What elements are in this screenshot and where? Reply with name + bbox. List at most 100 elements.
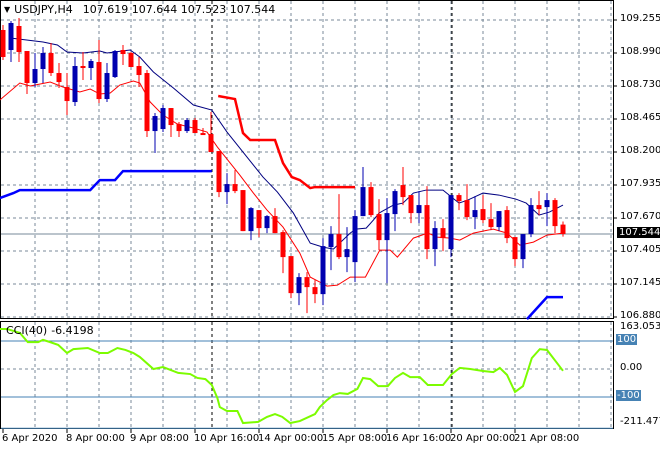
price-tick-label: 107.145 xyxy=(620,277,660,288)
candle-bullish xyxy=(496,211,502,228)
candle-bearish xyxy=(400,185,406,198)
candle-bullish xyxy=(296,277,302,294)
candle-bearish xyxy=(96,62,102,100)
time-tick-label: 6 Apr 2020 xyxy=(2,433,58,444)
candle-bullish xyxy=(432,228,438,250)
time-tick-label: 8 Apr 00:00 xyxy=(66,433,125,444)
candle-bearish xyxy=(80,66,86,69)
candle-bearish xyxy=(232,184,238,192)
cci-min-label: -211.4777 xyxy=(620,416,660,427)
candle-bearish xyxy=(240,190,246,232)
price-tick-label: 106.880 xyxy=(620,310,660,321)
chart-header: ▼ USDJPY,H4 107.619 107.644 107.523 107.… xyxy=(4,3,275,16)
candle-bearish xyxy=(512,237,518,260)
time-tick-label: 15 Apr 08:00 xyxy=(322,433,388,444)
candle-bullish xyxy=(472,210,478,218)
candle-bearish xyxy=(24,51,30,84)
candle-bullish xyxy=(32,69,38,84)
candle-bearish xyxy=(168,108,174,126)
cci-panel-frame xyxy=(0,321,614,429)
candle-bullish xyxy=(448,195,454,250)
candle-bearish xyxy=(128,53,134,68)
symbol-label: USDJPY,H4 xyxy=(14,3,73,16)
ohlc-readout: 107.619 107.644 107.523 107.544 xyxy=(82,3,276,16)
candle-bearish xyxy=(504,210,510,239)
cci-max-label: 163.0533 xyxy=(620,321,660,332)
candle-bearish xyxy=(536,205,542,210)
price-tick-label: 108.730 xyxy=(620,79,660,90)
cci-line xyxy=(0,327,564,425)
candle-bearish xyxy=(136,66,142,76)
candle-bearish xyxy=(216,151,222,193)
candle-bullish xyxy=(160,108,166,130)
candle-bullish xyxy=(152,116,158,132)
candle-bullish xyxy=(344,249,350,258)
time-tick-label: 21 Apr 08:00 xyxy=(514,433,580,444)
candle-bearish xyxy=(288,256,294,294)
candle-bearish xyxy=(176,124,182,132)
candle-bearish xyxy=(488,219,494,228)
candle-bearish xyxy=(560,224,566,234)
candle-bearish xyxy=(456,195,462,202)
price-tick-label: 108.465 xyxy=(620,112,660,123)
candle-bearish xyxy=(120,50,126,55)
candle-bearish xyxy=(336,234,342,258)
cci-level-0: 0.00 xyxy=(620,362,643,373)
candle-bullish xyxy=(528,205,534,235)
candle-bearish xyxy=(408,195,414,214)
candle-bearish xyxy=(256,210,262,229)
price-tick-label: 107.405 xyxy=(620,244,660,255)
candle-bearish xyxy=(312,287,318,295)
candle-bearish xyxy=(0,30,6,58)
candle-bearish xyxy=(48,53,54,74)
price-tick-label: 108.990 xyxy=(620,46,660,57)
candle-bullish xyxy=(416,205,422,214)
candle-bullish xyxy=(224,184,230,193)
candle-bullish xyxy=(544,200,550,208)
triangle-down-icon[interactable]: ▼ xyxy=(4,5,10,14)
candle-bearish xyxy=(424,205,430,250)
candle-bearish xyxy=(56,73,62,83)
candle-bullish xyxy=(112,51,118,78)
candle-bullish xyxy=(360,187,366,217)
candle-bearish xyxy=(16,26,22,53)
candle-bearish xyxy=(208,134,214,153)
candle-bearish xyxy=(368,187,374,216)
candle-bearish xyxy=(192,120,198,134)
candle-bullish xyxy=(40,53,46,70)
chart-canvas[interactable] xyxy=(0,0,660,450)
candle-bearish xyxy=(280,232,286,258)
candle-bearish xyxy=(440,228,446,239)
candle-bullish xyxy=(320,246,326,295)
price-tick-label: 107.935 xyxy=(620,178,660,189)
price-tick-label: 109.255 xyxy=(620,13,660,24)
candle-bearish xyxy=(304,277,310,288)
time-tick-label: 10 Apr 16:00 xyxy=(194,433,260,444)
candle-bullish xyxy=(72,66,78,103)
current-price-badge: 107.544 xyxy=(617,226,660,238)
candle-bullish xyxy=(384,213,390,241)
time-tick-label: 20 Apr 00:00 xyxy=(450,433,516,444)
ma-slow-line xyxy=(10,37,564,250)
cci-level-100: 100 xyxy=(616,334,638,345)
time-tick-label: 14 Apr 00:00 xyxy=(258,433,324,444)
candle-bearish xyxy=(480,209,486,221)
candle-bearish xyxy=(200,133,206,136)
candle-bullish xyxy=(88,61,94,69)
candle-bullish xyxy=(8,23,14,51)
candle-bearish xyxy=(376,214,382,241)
cci-value: -6.4198 xyxy=(51,324,94,337)
cci-level-minus-100: -100 xyxy=(616,390,641,401)
time-tick-label: 9 Apr 08:00 xyxy=(130,433,189,444)
candle-bearish xyxy=(272,216,278,234)
candle-bullish xyxy=(184,120,190,132)
candle-bullish xyxy=(248,208,254,232)
candle-bearish xyxy=(552,200,558,227)
candle-bearish xyxy=(464,200,470,218)
candle-bearish xyxy=(144,73,150,132)
candle-bullish xyxy=(392,191,398,215)
channel-lower-line xyxy=(526,295,563,320)
cci-label: CCI(40) -6.4198 xyxy=(6,324,98,337)
candle-bullish xyxy=(264,216,270,229)
candle-bullish xyxy=(520,234,526,260)
